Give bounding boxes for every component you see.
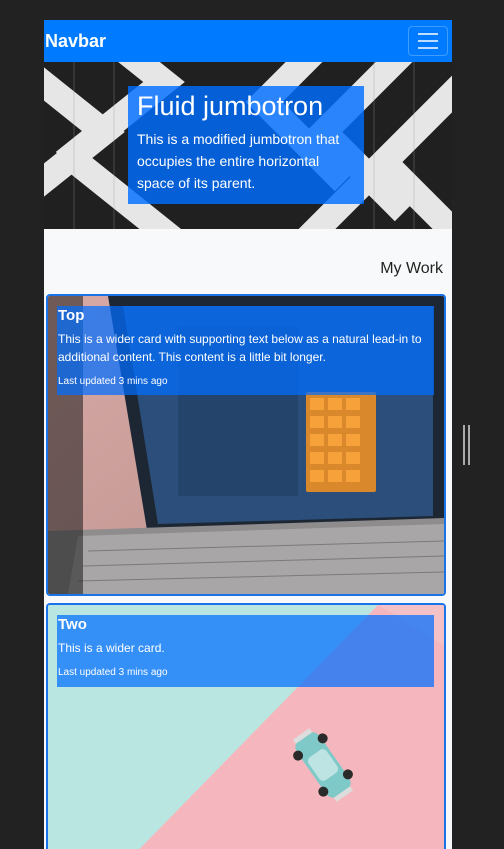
resize-handle[interactable] [463, 425, 471, 465]
card-text: This is a wider card. [58, 641, 165, 655]
navbar: Navbar [44, 20, 452, 62]
card-title: Top [58, 307, 85, 324]
jumbotron-overlay: Fluid jumbotron This is a modified jumbo… [128, 86, 364, 204]
section-title: My Work [380, 260, 443, 277]
card-overlay: Top This is a wider card with supporting… [57, 306, 434, 395]
work-card[interactable]: Top This is a wider card with supporting… [46, 294, 446, 596]
navbar-brand[interactable]: Navbar [45, 31, 106, 52]
jumbotron-title: Fluid jumbotron [137, 91, 324, 121]
card-title: Two [58, 616, 87, 633]
hamburger-icon[interactable] [408, 26, 448, 56]
card-updated: Last updated 3 mins ago [58, 376, 168, 387]
card-overlay: Two This is a wider card. Last updated 3… [57, 615, 434, 687]
card-updated: Last updated 3 mins ago [58, 667, 168, 678]
jumbotron-lead: This is a modified jumbotron that occupi… [137, 131, 340, 191]
jumbotron: Fluid jumbotron This is a modified jumbo… [44, 62, 452, 229]
card-text: This is a wider card with supporting tex… [58, 332, 422, 364]
page-frame: Navbar Fluid jumbotron This is a modifie… [44, 20, 452, 849]
work-card[interactable]: Two This is a wider card. Last updated 3… [46, 603, 446, 849]
